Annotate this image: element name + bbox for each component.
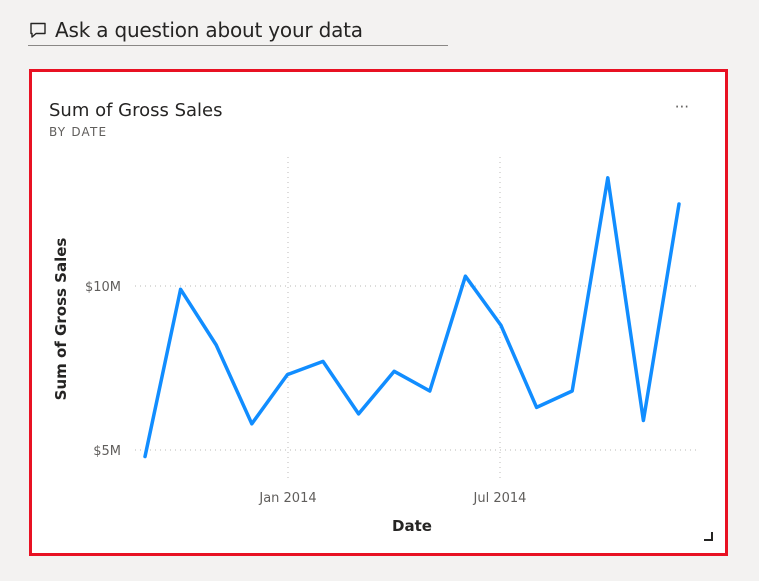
- line-chart: $10M $5M Jan 2014 Jul 2014 Sum of Gross …: [52, 157, 697, 535]
- y-tick-label: $5M: [93, 444, 121, 459]
- x-tick-label: Jul 2014: [473, 491, 527, 506]
- y-axis-title: Sum of Gross Sales: [52, 238, 70, 401]
- resize-handle[interactable]: [704, 532, 713, 541]
- series-line[interactable]: [143, 176, 681, 459]
- chart-tile[interactable]: Sum of Gross Sales BY DATE ··· $10M $5M …: [29, 69, 728, 556]
- x-axis-title: Date: [392, 517, 432, 535]
- speech-bubble-icon: [28, 20, 48, 40]
- x-tick-label: Jan 2014: [258, 491, 316, 506]
- y-tick-label: $10M: [85, 280, 121, 295]
- qa-placeholder[interactable]: Ask a question about your data: [55, 18, 363, 42]
- qa-search-box[interactable]: Ask a question about your data: [28, 14, 448, 46]
